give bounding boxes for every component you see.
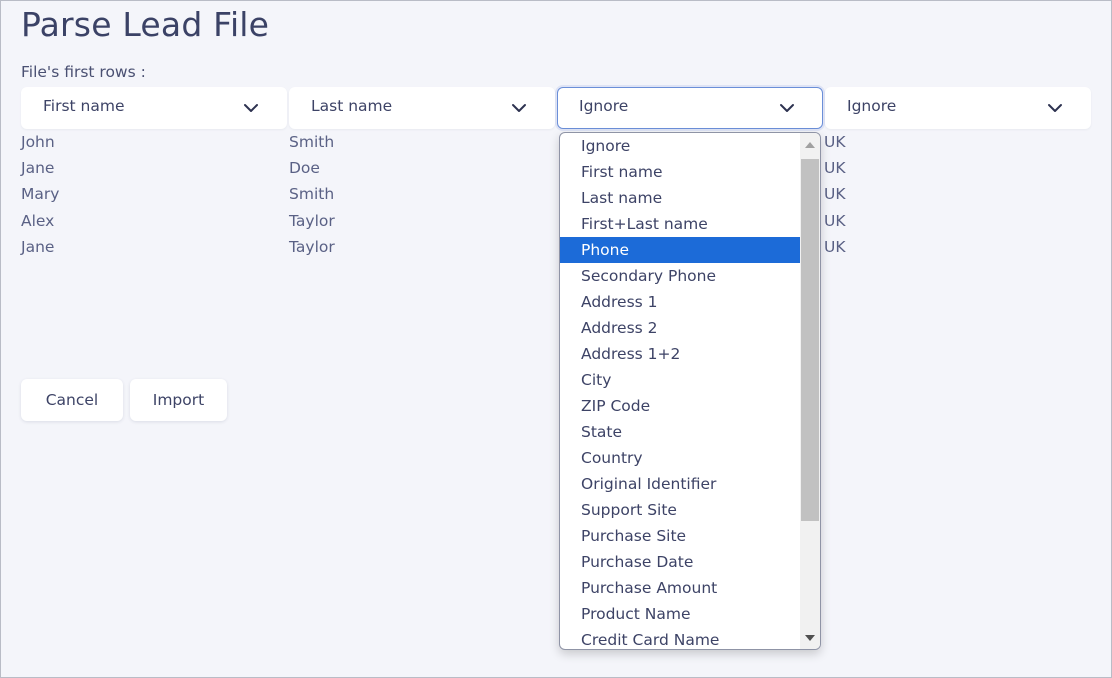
dropdown-option[interactable]: Purchase Amount (560, 575, 800, 601)
cell-last-name: Smith (289, 133, 335, 151)
dropdown-options: Ignore First name Last name First+Last name… (560, 133, 800, 649)
cell-first-name: Jane (21, 159, 55, 177)
dropdown-option[interactable]: Ignore (560, 133, 800, 159)
dropdown-scrollbar[interactable] (800, 133, 820, 649)
column-4-select-value: Ignore (847, 97, 897, 115)
column-2-select[interactable]: Last name (289, 87, 555, 129)
dropdown-option[interactable]: Secondary Phone (560, 263, 800, 289)
dropdown-option[interactable]: Phone (560, 237, 800, 263)
dropdown-option[interactable]: Original Identifier (560, 471, 800, 497)
cell-first-name: Mary (21, 185, 60, 203)
chevron-down-icon (512, 104, 526, 112)
dropdown-option[interactable]: Purchase Date (560, 549, 800, 575)
column-1-select[interactable]: First name (21, 87, 287, 129)
cell-last-name: Doe (289, 159, 320, 177)
dropdown-option[interactable]: Purchase Site (560, 523, 800, 549)
scroll-down-arrow-icon[interactable] (805, 635, 815, 641)
dropdown-option[interactable]: Last name (560, 185, 800, 211)
column-4-select[interactable]: Ignore (825, 87, 1091, 129)
column-2-select-value: Last name (311, 97, 393, 115)
cell-last-name: Smith (289, 185, 335, 203)
dropdown-option[interactable]: Product Name (560, 601, 800, 627)
column-3-select-value: Ignore (579, 97, 629, 115)
cell-country: UK (824, 238, 846, 256)
dropdown-option[interactable]: Address 2 (560, 315, 800, 341)
scrollbar-thumb[interactable] (801, 159, 819, 521)
page-title: Parse Lead File (21, 5, 270, 44)
chevron-down-icon (780, 104, 794, 112)
cell-country: UK (824, 212, 846, 230)
dropdown-option[interactable]: Support Site (560, 497, 800, 523)
cell-first-name: Jane (21, 238, 55, 256)
dropdown-option[interactable]: Credit Card Name (560, 627, 800, 649)
chevron-down-icon (1048, 104, 1062, 112)
file-first-rows-label: File's first rows : (21, 63, 146, 81)
column-1-select-value: First name (43, 97, 125, 115)
dropdown-option[interactable]: First name (560, 159, 800, 185)
cell-last-name: Taylor (289, 238, 335, 256)
cell-country: UK (824, 133, 846, 151)
parse-lead-file-panel: Parse Lead File File's first rows : Firs… (0, 0, 1112, 678)
dropdown-option[interactable]: Country (560, 445, 800, 471)
cell-last-name: Taylor (289, 212, 335, 230)
column-3-dropdown-list[interactable]: Ignore First name Last name First+Last name… (559, 132, 821, 650)
dropdown-option[interactable]: City (560, 367, 800, 393)
dropdown-option[interactable]: First+Last name (560, 211, 800, 237)
cell-country: UK (824, 185, 846, 203)
cancel-button[interactable]: Cancel (21, 379, 123, 421)
dropdown-option[interactable]: Address 1+2 (560, 341, 800, 367)
dropdown-option[interactable]: Address 1 (560, 289, 800, 315)
cell-first-name: Alex (21, 212, 55, 230)
dropdown-option[interactable]: State (560, 419, 800, 445)
cell-country: UK (824, 159, 846, 177)
column-3-select[interactable]: Ignore (557, 87, 823, 129)
import-button[interactable]: Import (130, 379, 227, 421)
scroll-up-arrow-icon[interactable] (805, 142, 815, 148)
dropdown-option[interactable]: ZIP Code (560, 393, 800, 419)
cell-first-name: John (21, 133, 55, 151)
chevron-down-icon (244, 104, 258, 112)
